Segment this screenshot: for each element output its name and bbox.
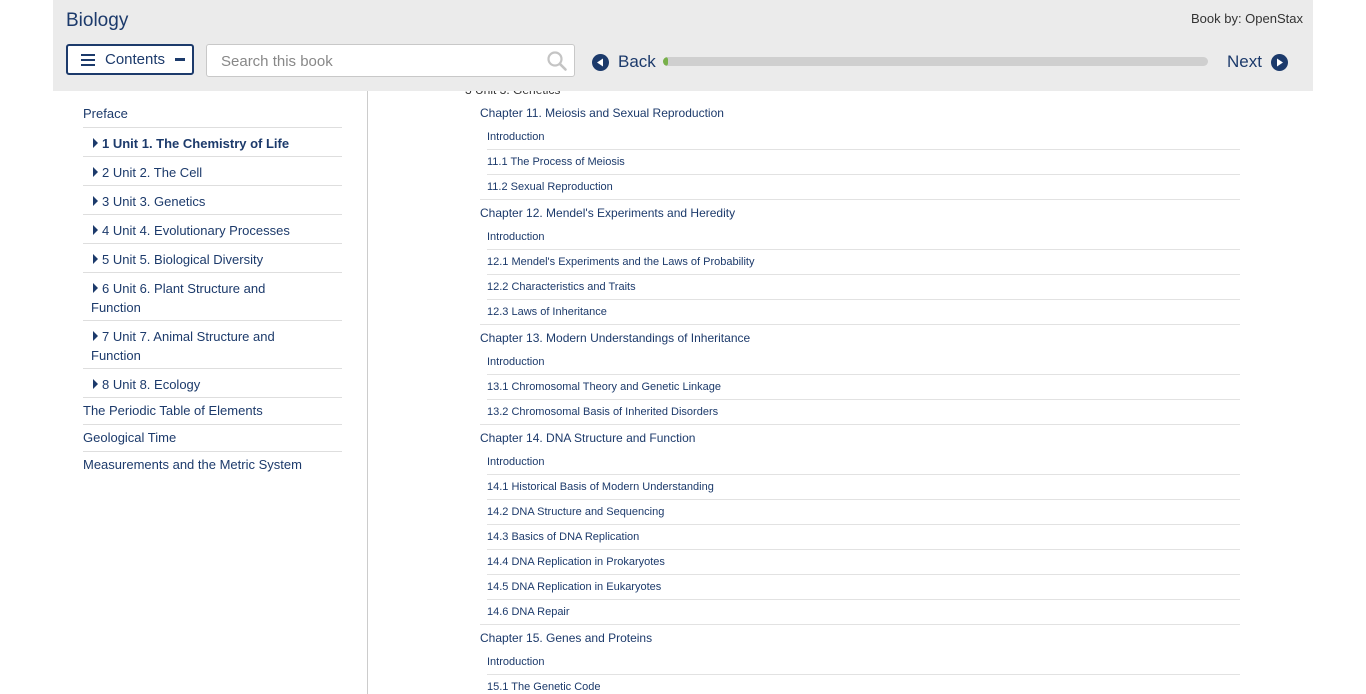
toc-item-preface[interactable]: Preface	[83, 101, 342, 128]
caret-right-icon[interactable]	[93, 254, 98, 264]
caret-right-icon[interactable]	[93, 196, 98, 206]
toc-unit-item[interactable]: 1 Unit 1. The Chemistry of Life	[83, 128, 342, 157]
next-label: Next	[1227, 52, 1262, 71]
next-button[interactable]: Next	[1227, 52, 1288, 72]
section-link[interactable]: 13.2 Chromosomal Basis of Inherited Diso…	[487, 400, 1240, 424]
chapter-title[interactable]: Chapter 15. Genes and Proteins	[480, 626, 1240, 650]
section-link[interactable]: 14.3 Basics of DNA Replication	[487, 525, 1240, 550]
caret-right-icon[interactable]	[93, 283, 98, 293]
book-title[interactable]: Biology	[66, 10, 128, 32]
back-label: Back	[618, 52, 656, 71]
section-link[interactable]: 12.1 Mendel's Experiments and the Laws o…	[487, 250, 1240, 275]
toc-appendix-item[interactable]: The Periodic Table of Elements	[83, 398, 342, 425]
progress-fill	[663, 57, 669, 66]
section-link[interactable]: 14.1 Historical Basis of Modern Understa…	[487, 475, 1240, 500]
chapter-block: Chapter 13. Modern Understandings of Inh…	[480, 326, 1240, 425]
back-button[interactable]: Back	[592, 52, 656, 72]
arrow-right-circle-icon	[1270, 53, 1288, 71]
header-bar: Biology Book by: OpenStax Contents Back …	[53, 0, 1313, 91]
section-link[interactable]: Introduction	[487, 650, 1240, 675]
toc-unit-label: 7 Unit 7. Animal Structure and Function	[91, 329, 275, 363]
section-link[interactable]: 12.2 Characteristics and Traits	[487, 275, 1240, 300]
chapter-list: 3 Unit 3. Genetics Chapter 11. Meiosis a…	[465, 91, 1240, 694]
toc-unit-label: 6 Unit 6. Plant Structure and Function	[91, 281, 266, 315]
toc-unit-label: 8 Unit 8. Ecology	[102, 377, 201, 392]
caret-right-icon[interactable]	[93, 331, 98, 341]
toc-unit-label: 3 Unit 3. Genetics	[102, 194, 206, 209]
arrow-left-circle-icon	[592, 53, 609, 71]
section-link[interactable]: 12.3 Laws of Inheritance	[487, 300, 1240, 324]
section-link[interactable]: Introduction	[487, 450, 1240, 475]
caret-right-icon[interactable]	[93, 379, 98, 389]
section-list: Introduction 15.1 The Genetic Code	[480, 650, 1240, 694]
unit-heading: 3 Unit 3. Genetics	[465, 91, 1240, 101]
toc-unit-item[interactable]: 7 Unit 7. Animal Structure and Function	[83, 321, 342, 369]
section-link[interactable]: 11.2 Sexual Reproduction	[487, 175, 1240, 199]
section-link[interactable]: 14.2 DNA Structure and Sequencing	[487, 500, 1240, 525]
section-link[interactable]: 14.5 DNA Replication in Eukaryotes	[487, 575, 1240, 600]
toc-unit-label: 1 Unit 1. The Chemistry of Life	[102, 136, 290, 151]
caret-right-icon[interactable]	[93, 138, 98, 148]
caret-right-icon[interactable]	[93, 167, 98, 177]
caret-right-icon[interactable]	[93, 225, 98, 235]
toc-unit-label: 2 Unit 2. The Cell	[102, 165, 203, 180]
section-list: Introduction 14.1 Historical Basis of Mod…	[480, 450, 1240, 625]
section-list: Introduction 11.1 The Process of Meiosis 1…	[480, 125, 1240, 200]
chapter-block: Chapter 15. Genes and Proteins Introducti…	[480, 626, 1240, 694]
minus-icon	[175, 58, 186, 61]
chapter-title[interactable]: Chapter 11. Meiosis and Sexual Reproduct…	[480, 101, 1240, 125]
toc-unit-item[interactable]: 5 Unit 5. Biological Diversity	[83, 244, 342, 273]
toc-unit-item[interactable]: 4 Unit 4. Evolutionary Processes	[83, 215, 342, 244]
toc-unit-label: 5 Unit 5. Biological Diversity	[102, 252, 264, 267]
list-icon	[81, 53, 95, 66]
book-byline: Book by: OpenStax	[1190, 11, 1303, 26]
section-link[interactable]: Introduction	[487, 350, 1240, 375]
chapter-block: Chapter 12. Mendel's Experiments and Her…	[480, 201, 1240, 325]
section-link[interactable]: 14.6 DNA Repair	[487, 600, 1240, 624]
toc-unit-item[interactable]: 6 Unit 6. Plant Structure and Function	[83, 273, 342, 321]
chapter-block: Chapter 11. Meiosis and Sexual Reproduct…	[480, 101, 1240, 200]
reading-progress-bar	[663, 57, 1208, 66]
chapter-title[interactable]: Chapter 13. Modern Understandings of Inh…	[480, 326, 1240, 350]
section-link[interactable]: 15.1 The Genetic Code	[487, 675, 1240, 694]
toc-list: Preface 1 Unit 1. The Chemistry of Life 2…	[83, 101, 342, 478]
search-icon[interactable]	[546, 50, 568, 72]
section-link[interactable]: 13.1 Chromosomal Theory and Genetic Link…	[487, 375, 1240, 400]
chapter-title[interactable]: Chapter 14. DNA Structure and Function	[480, 426, 1240, 450]
toc-unit-item[interactable]: 3 Unit 3. Genetics	[83, 186, 342, 215]
toc-unit-item[interactable]: 2 Unit 2. The Cell	[83, 157, 342, 186]
section-list: Introduction 13.1 Chromosomal Theory and …	[480, 350, 1240, 425]
chapter-block: Chapter 14. DNA Structure and Function In…	[480, 426, 1240, 625]
section-link[interactable]: 14.4 DNA Replication in Prokaryotes	[487, 550, 1240, 575]
toc-appendix-item[interactable]: Geological Time	[83, 425, 342, 452]
toc-appendix-item[interactable]: Measurements and the Metric System	[83, 452, 342, 478]
chapter-title[interactable]: Chapter 12. Mendel's Experiments and Her…	[480, 201, 1240, 225]
contents-label: Contents	[105, 51, 166, 68]
toc-unit-label: 4 Unit 4. Evolutionary Processes	[102, 223, 290, 238]
search-box	[206, 44, 575, 77]
toc-unit-item[interactable]: 8 Unit 8. Ecology	[83, 369, 342, 398]
contents-toggle-button[interactable]: Contents	[66, 44, 194, 75]
main-content: 3 Unit 3. Genetics Chapter 11. Meiosis a…	[368, 91, 1366, 694]
table-of-contents-sidebar: Preface 1 Unit 1. The Chemistry of Life 2…	[53, 91, 368, 694]
section-list: Introduction 12.1 Mendel's Experiments an…	[480, 225, 1240, 325]
section-link[interactable]: Introduction	[487, 125, 1240, 150]
section-link[interactable]: 11.1 The Process of Meiosis	[487, 150, 1240, 175]
search-input[interactable]	[219, 52, 533, 71]
section-link[interactable]: Introduction	[487, 225, 1240, 250]
